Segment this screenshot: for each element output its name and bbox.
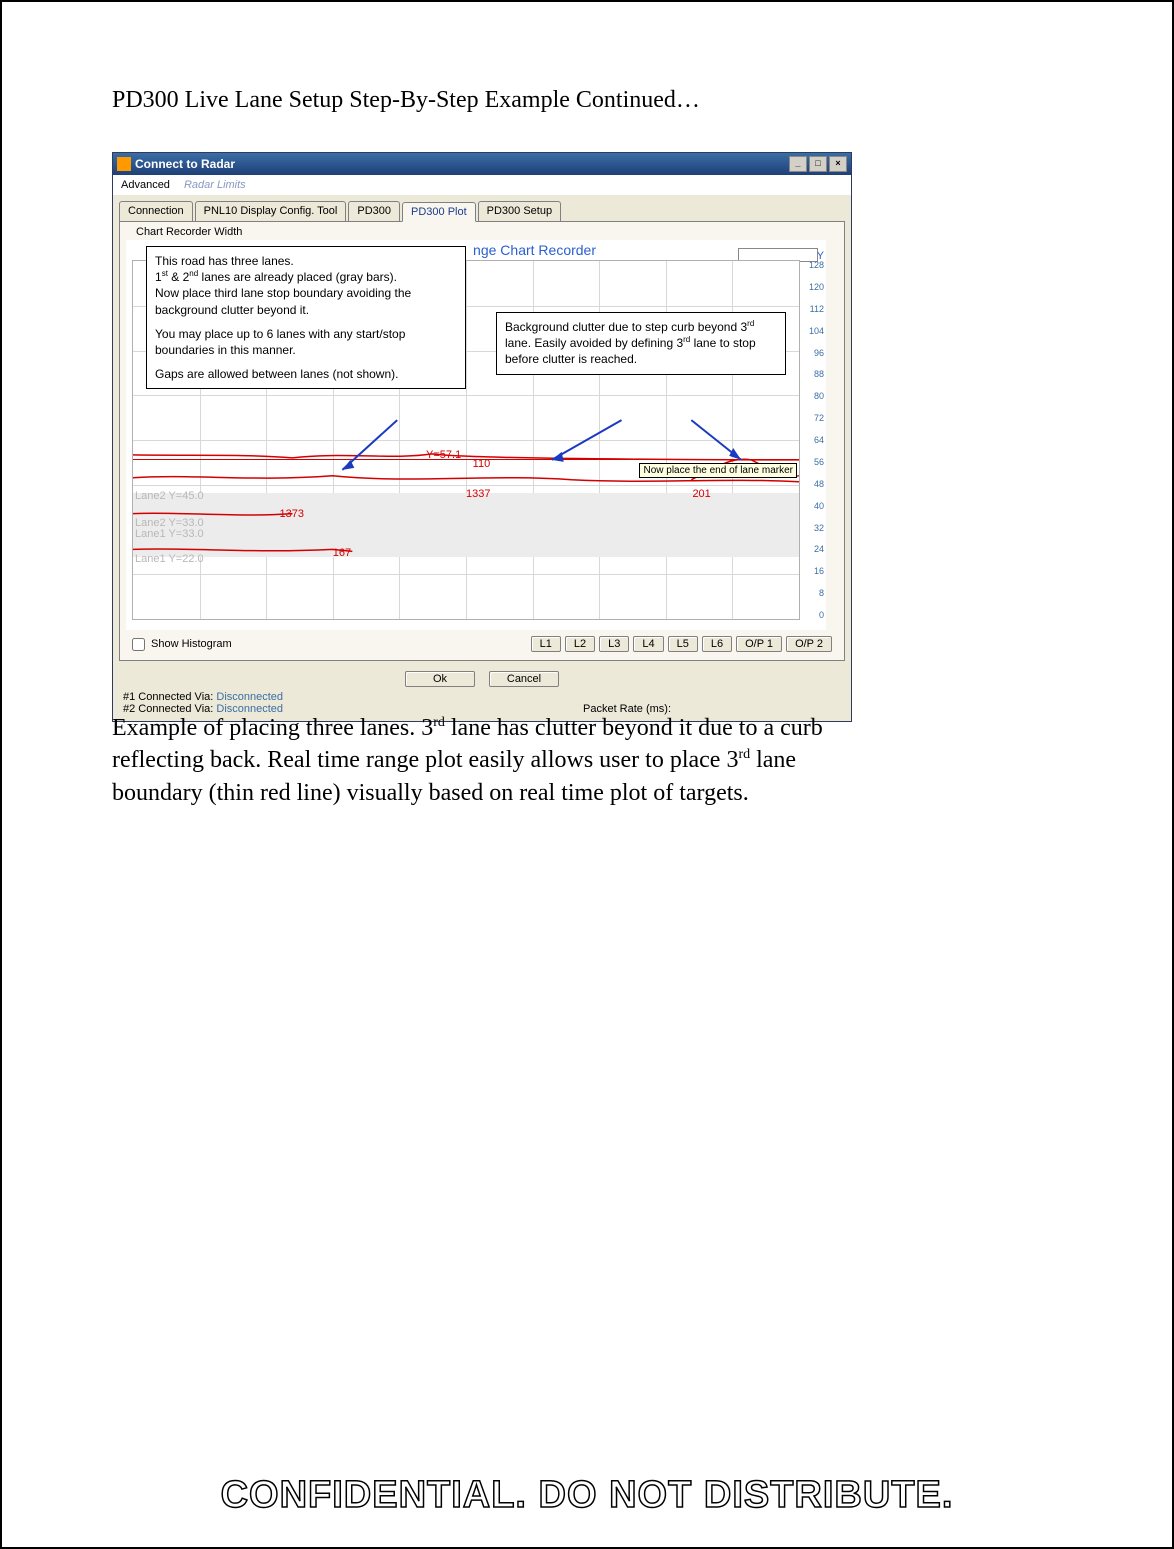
lane-button-l1[interactable]: L1: [531, 636, 561, 652]
ytick: 128: [809, 260, 824, 270]
maximize-button[interactable]: □: [809, 156, 827, 172]
ytick: 48: [814, 479, 824, 489]
ytick: 24: [814, 544, 824, 554]
data-label: 167: [333, 547, 351, 559]
output-button-2[interactable]: O/P 2: [786, 636, 832, 652]
confidential-watermark: CONFIDENTIAL. DO NOT DISTRIBUTE.: [2, 1474, 1172, 1517]
ytick: 72: [814, 413, 824, 423]
ytick: 64: [814, 435, 824, 445]
data-label: 110: [473, 458, 491, 470]
show-histogram-label: Show Histogram: [151, 638, 232, 650]
close-button[interactable]: ×: [829, 156, 847, 172]
lane-button-l6[interactable]: L6: [702, 636, 732, 652]
callout-line: You may place up to 6 lanes with any sta…: [155, 326, 457, 358]
tab-pd300-plot[interactable]: PD300 Plot: [402, 202, 476, 222]
callout-line: Now place third lane stop boundary avoid…: [155, 285, 457, 317]
callout-line: Gaps are allowed between lanes (not show…: [155, 366, 457, 382]
figure-caption: Example of placing three lanes. 3rd lane…: [112, 712, 882, 809]
title-bar[interactable]: Connect to Radar _ □ ×: [113, 153, 851, 175]
callout-clutter: Background clutter due to step curb beyo…: [496, 312, 786, 375]
chart-title: nge Chart Recorder: [473, 242, 596, 258]
ytick: 8: [819, 588, 824, 598]
ytick: 16: [814, 566, 824, 576]
tab-pnl10[interactable]: PNL10 Display Config. Tool: [195, 201, 347, 221]
callout-instructions: This road has three lanes. 1st & 2nd lan…: [146, 246, 466, 389]
tab-pd300-setup[interactable]: PD300 Setup: [478, 201, 561, 221]
app-icon: [117, 157, 131, 171]
page-title: PD300 Live Lane Setup Step-By-Step Examp…: [112, 87, 700, 114]
menu-radar-limits: Radar Limits: [184, 179, 246, 191]
placement-tooltip: Now place the end of lane marker: [639, 463, 797, 478]
y-axis-ticks: 128 120 112 104 96 88 80 72 64 56 48 40 …: [802, 260, 824, 620]
cancel-button[interactable]: Cancel: [489, 671, 559, 687]
data-label: 201: [692, 488, 710, 500]
lane-button-l3[interactable]: L3: [599, 636, 629, 652]
lane-label: Lane1 Y=33.0: [135, 528, 204, 540]
minimize-button[interactable]: _: [789, 156, 807, 172]
ytick: 112: [810, 304, 824, 314]
ytick: 56: [814, 457, 824, 467]
lane-button-l2[interactable]: L2: [565, 636, 595, 652]
app-window: Connect to Radar _ □ × Advanced Radar Li…: [112, 152, 852, 722]
lane-button-l4[interactable]: L4: [633, 636, 663, 652]
ytick: 104: [809, 326, 824, 336]
window-title: Connect to Radar: [135, 157, 235, 171]
ytick: 80: [814, 391, 824, 401]
ytick: 40: [814, 501, 824, 511]
lane3-cursor-line[interactable]: [133, 459, 799, 460]
chart-recorder-width-label: Chart Recorder Width: [136, 226, 838, 238]
chart-area: nge Chart Recorder Y 128 120 112 104 96 …: [126, 240, 826, 630]
data-label: 1337: [466, 488, 490, 500]
lane-label: Lane1 Y=22.0: [135, 553, 204, 565]
lane-button-l5[interactable]: L5: [668, 636, 698, 652]
tab-pd300[interactable]: PD300: [348, 201, 400, 221]
ok-button[interactable]: Ok: [405, 671, 475, 687]
show-histogram-checkbox[interactable]: Show Histogram: [132, 638, 232, 651]
output-button-1[interactable]: O/P 1: [736, 636, 782, 652]
cursor-y-value: Y=57.1: [426, 449, 461, 461]
status-line: #1 Connected Via: Disconnected: [123, 691, 423, 703]
lane-label: Lane2 Y=45.0: [135, 490, 204, 502]
menu-bar: Advanced Radar Limits: [113, 175, 851, 195]
callout-line: 1st & 2nd lanes are already placed (gray…: [155, 269, 457, 285]
ytick: 0: [819, 610, 824, 620]
ytick: 96: [814, 348, 824, 358]
ytick: 120: [809, 282, 824, 292]
ytick: 32: [814, 523, 824, 533]
tab-strip: Connection PNL10 Display Config. Tool PD…: [113, 195, 851, 221]
menu-advanced[interactable]: Advanced: [121, 179, 170, 191]
data-label: 1373: [280, 508, 304, 520]
tab-panel: Chart Recorder Width nge Chart Recorder …: [119, 221, 845, 661]
ytick: 88: [814, 369, 824, 379]
lane1-band: [133, 527, 799, 558]
show-histogram-input[interactable]: [132, 638, 145, 651]
callout-line: This road has three lanes.: [155, 253, 457, 269]
tab-connection[interactable]: Connection: [119, 201, 193, 221]
